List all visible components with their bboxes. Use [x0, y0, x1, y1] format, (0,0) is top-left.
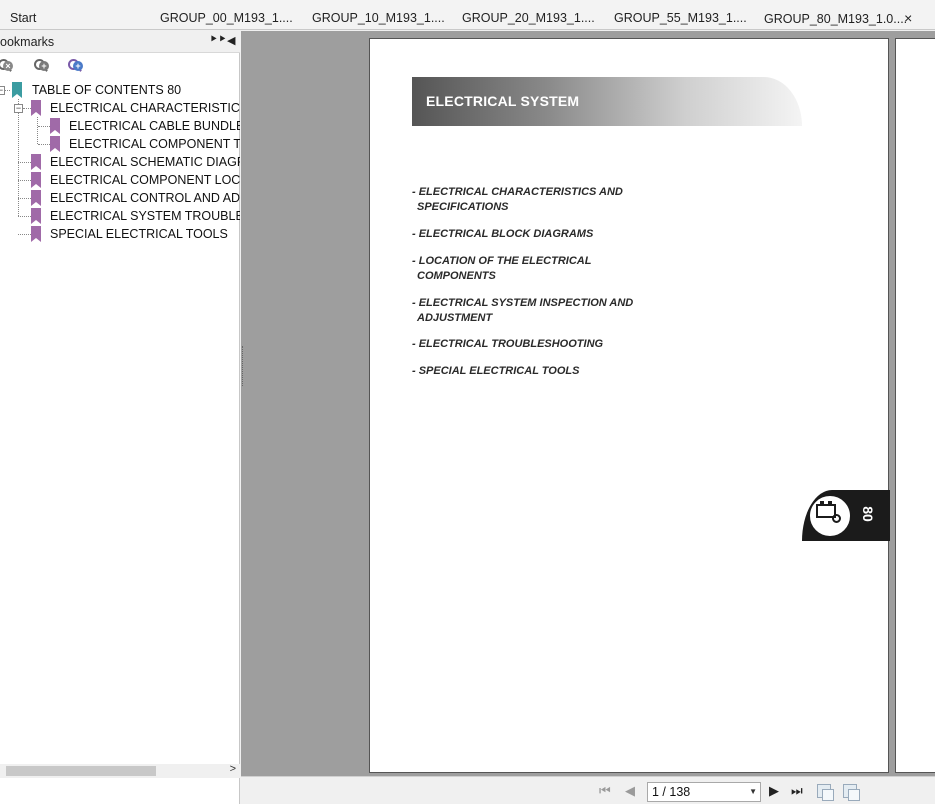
document-tab-bar: Start GROUP_00_M193_1.... GROUP_10_M193_… — [0, 0, 935, 30]
bookmark-icon — [31, 208, 41, 224]
expand-panel-icon[interactable]: ⯈⯈ — [209, 34, 227, 47]
bookmark-icon — [50, 118, 60, 134]
bookmark-icon — [31, 154, 41, 170]
add-bookmark-icon[interactable]: + — [32, 57, 50, 75]
toc-entry: - ELECTRICAL BLOCK DIAGRAMS — [412, 228, 594, 240]
toc-entry: - LOCATION OF THE ELECTRICAL COMPONENTS — [412, 255, 592, 282]
collapse-root-toggle[interactable]: − — [0, 86, 5, 95]
bookmark-icon — [31, 226, 41, 242]
navigation-bar: ⏮ ◀ 1 / 138 ▼ ▶ ⏭ — [241, 776, 935, 804]
previous-view-icon[interactable] — [817, 784, 834, 801]
toc-entry: - SPECIAL ELECTRICAL TOOLS — [412, 365, 580, 377]
section-number: 80 — [859, 506, 876, 522]
toc-entry: - ELECTRICAL TROUBLESHOOTING — [412, 338, 604, 350]
bookmark-icon — [31, 190, 41, 206]
bookmarks-horizontal-scrollbar[interactable]: > — [0, 763, 240, 778]
tab-group-20[interactable]: GROUP_20_M193_1.... — [452, 6, 602, 30]
bookmark-icon — [31, 172, 41, 188]
pdf-page: ELECTRICAL SYSTEM - ELECTRICAL CHARACTER… — [369, 38, 890, 773]
bookmarks-toolbar: × + + — [0, 57, 240, 79]
scrollbar-thumb[interactable] — [6, 766, 156, 776]
tab-group-00[interactable]: GROUP_00_M193_1.... — [150, 6, 300, 30]
first-page-icon[interactable]: ⏮ — [599, 783, 611, 799]
last-page-icon[interactable]: ⏭ — [791, 783, 803, 799]
bookmark-properties-icon[interactable]: + — [66, 57, 84, 75]
tab-start[interactable]: Start — [0, 6, 148, 30]
toc-entry: - ELECTRICAL CHARACTERISTICS AND SPECIFI… — [412, 186, 623, 213]
section-header-title: ELECTRICAL SYSTEM — [426, 93, 580, 109]
next-pdf-page — [895, 38, 935, 773]
pdf-viewer-app: Start GROUP_00_M193_1.... GROUP_10_M193_… — [0, 0, 935, 804]
toc-entry: - ELECTRICAL SYSTEM INSPECTION AND ADJUS… — [412, 297, 634, 324]
scroll-right-icon[interactable]: > — [230, 763, 236, 775]
document-viewport[interactable]: ELECTRICAL SYSTEM - ELECTRICAL CHARACTER… — [241, 31, 935, 776]
bookmarks-header: ookmarks ⯈⯈ ◀ — [0, 31, 240, 53]
close-tab-icon[interactable]: × — [904, 10, 912, 26]
tab-group-55[interactable]: GROUP_55_M193_1.... — [604, 6, 752, 30]
next-view-icon[interactable] — [843, 784, 860, 801]
bookmark-icon — [12, 82, 22, 98]
next-page-icon[interactable]: ▶ — [769, 783, 779, 799]
panel-splitter[interactable] — [242, 346, 245, 386]
tab-group-80[interactable]: GROUP_80_M193_1.0....× — [754, 6, 935, 30]
tab-group-10[interactable]: GROUP_10_M193_1.... — [302, 6, 450, 30]
collapse-panel-icon[interactable]: ◀ — [227, 34, 235, 47]
bookmark-icon — [50, 136, 60, 152]
previous-page-icon[interactable]: ◀ — [625, 783, 635, 799]
section-header-band: ELECTRICAL SYSTEM — [412, 77, 802, 126]
bookmarks-title: ookmarks — [0, 35, 55, 49]
remove-bookmark-icon[interactable]: × — [0, 57, 14, 75]
bookmark-icon — [31, 100, 41, 116]
bookmarks-panel: ookmarks ⯈⯈ ◀ × + + − − TABLE OF CONTENT… — [0, 31, 240, 804]
chevron-down-icon[interactable]: ▼ — [749, 783, 757, 801]
section-thumb-tab: 80 — [802, 490, 890, 541]
page-number-select[interactable]: 1 / 138 ▼ — [647, 782, 761, 802]
collapse-item-toggle[interactable]: − — [14, 104, 23, 113]
